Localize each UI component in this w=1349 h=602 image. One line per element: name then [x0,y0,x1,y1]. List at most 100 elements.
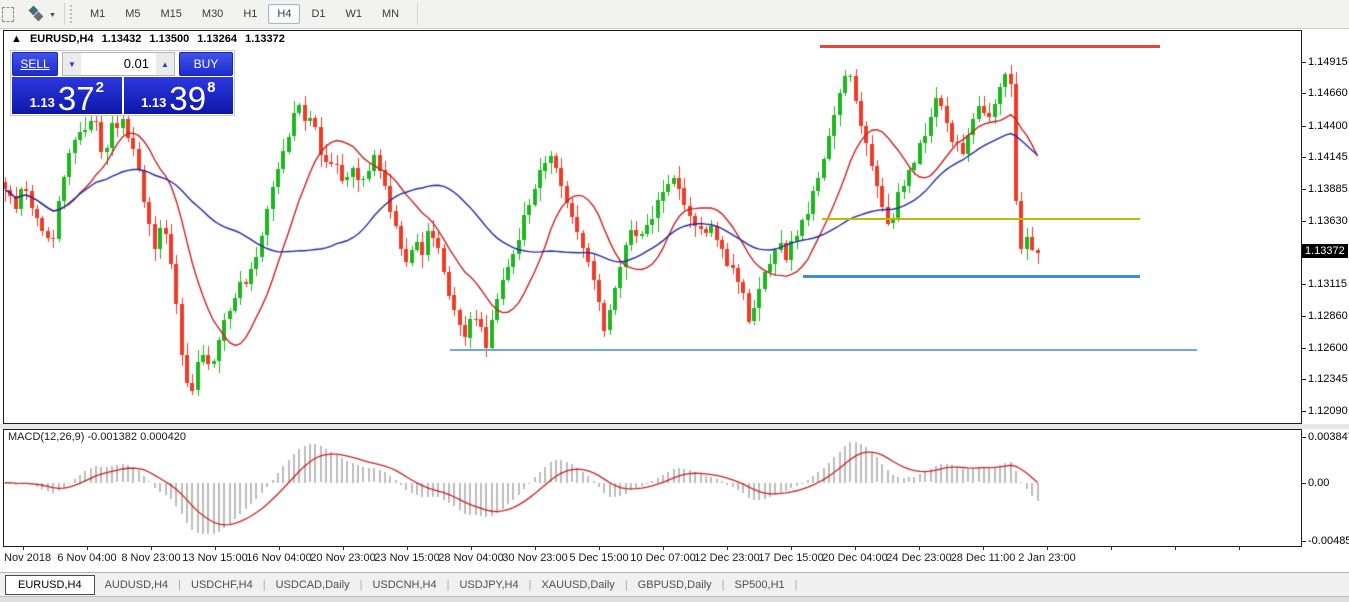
sell-button[interactable]: SELL [12,52,58,76]
time-axis-tick [407,546,408,550]
time-axis-tick [535,546,536,550]
buy-button[interactable]: BUY [179,52,233,76]
timeframe-button-m1[interactable]: M1 [81,4,114,24]
sell-button-label: SELL [20,57,49,71]
arrange-windows-icon[interactable] [28,6,46,22]
toolbar-separator [417,3,418,25]
time-axis-tick [215,546,216,550]
chart-tab-xauusd[interactable]: XAUUSD,Daily [531,576,624,594]
time-axis-label: 16 Nov 04:00 [246,552,311,564]
time-axis-label: 30 Nov 23:00 [502,552,567,564]
resistance-line[interactable] [820,45,1160,48]
time-axis-tick [471,546,472,550]
time-axis-tick [599,546,600,550]
price-axis-tick [1302,62,1306,63]
timeframe-button-m30[interactable]: M30 [193,4,232,24]
chart-tab-gbpusd[interactable]: GBPUSD,Daily [628,576,722,594]
time-axis-label: 2 Jan 23:00 [1018,552,1076,564]
macd-pane[interactable]: MACD(12,26,9) -0.001382 0.000420 [3,429,1302,547]
timeframe-button-m15[interactable]: M15 [152,4,191,24]
time-axis-tick [663,546,664,550]
time-axis-label: 24 Dec 23:00 [886,552,951,564]
bar-low-value: 1.13264 [197,33,237,45]
time-axis-label: 23 Nov 15:00 [374,552,439,564]
sell-price-prefix: 1.13 [30,96,55,112]
time-axis-label: 13 Nov 15:00 [182,552,247,564]
dropdown-caret-icon[interactable]: ▼ [49,12,56,19]
buy-button-label: BUY [194,57,219,71]
trading-platform-window: ▼ M1M5M15M30H1H4D1W1MN ▲ EURUSD,H4 1.134… [0,0,1349,602]
time-axis[interactable]: 1 Nov 2018 6 Nov 04:00 8 Nov 23:0013 Nov 1… [3,546,1302,572]
collapse-arrow-icon[interactable]: ▲ [11,33,22,45]
time-axis-label: 1 Nov 2018 [3,552,51,564]
chart-tab-sp500[interactable]: SP500,H1 [725,576,795,594]
time-axis-label: 8 Nov 23:00 [121,552,180,564]
time-axis-tick [151,546,152,550]
price-axis-label: 1.14915 [1308,56,1348,68]
macd-axis-tick [1302,437,1306,438]
time-axis-label: 5 Dec 15:00 [569,552,628,564]
macd-indicator-label: MACD(12,26,9) -0.001382 0.000420 [8,431,186,443]
support-line[interactable] [803,275,1140,278]
time-axis-tick [279,546,280,550]
bar-open-value: 1.13432 [102,33,142,45]
volume-increase-button[interactable]: ▲ [156,53,174,75]
price-axis-label: 1.14400 [1308,120,1348,132]
time-axis-tick [1111,546,1112,550]
price-axis-tick [1302,411,1306,412]
price-axis-tick [1302,379,1306,380]
price-axis[interactable]: 1.149151.146601.144001.141451.138851.136… [1302,0,1349,602]
volume-decrease-button[interactable]: ▼ [63,53,81,75]
tab-separator: | [795,579,798,591]
chart-tab-usdcad[interactable]: USDCAD,Daily [266,576,360,594]
time-axis-tick [919,546,920,550]
price-axis-label: 1.12860 [1308,310,1348,322]
price-axis-label: 1.14660 [1308,87,1348,99]
time-axis-tick [791,546,792,550]
timeframe-button-h4[interactable]: H4 [268,4,300,24]
status-bar [0,596,1349,602]
toolbar: ▼ M1M5M15M30H1H4D1W1MN [0,0,1349,29]
timeframe-button-h1[interactable]: H1 [234,4,266,24]
toolbar-grip[interactable] [70,5,74,23]
chart-tab-usdcnh[interactable]: USDCNH,H4 [362,576,446,594]
price-axis-tick [1302,284,1306,285]
timeframe-button-mn[interactable]: MN [373,4,408,24]
macd-axis-tick [1302,541,1306,542]
time-axis-tick [1239,546,1240,550]
selection-icon[interactable] [2,7,14,22]
macd-axis-label: 0.003847 [1308,431,1349,443]
time-axis-tick [87,546,88,550]
one-click-trading-panel: SELL ▼ 0.01 ▲ BUY 1.13 37 2 [10,50,235,116]
sell-price-sup: 2 [96,77,104,95]
chart-tab-audusd[interactable]: AUDUSD,H4 [95,576,179,594]
time-axis-label: 28 Nov 04:00 [438,552,503,564]
chart-tab-eurusd[interactable]: EURUSD,H4 [5,575,95,595]
sell-price-quote[interactable]: 1.13 37 2 [12,77,122,114]
bar-high-value: 1.13500 [149,33,189,45]
buy-price-big: 39 [169,85,206,112]
mid-resistance-line[interactable] [822,218,1140,220]
timeframe-button-m5[interactable]: M5 [116,4,149,24]
buy-price-quote[interactable]: 1.13 39 8 [124,77,234,114]
time-axis-label: 12 Dec 23:00 [694,552,759,564]
arrange-windows-icon-part [34,12,44,22]
volume-input[interactable]: 0.01 [81,53,156,75]
time-axis-tick [1047,546,1048,550]
symbol-header: ▲ EURUSD,H4 1.13432 1.13500 1.13264 1.13… [11,33,290,45]
price-axis-label: 1.13630 [1308,215,1348,227]
volume-stepper: ▼ 0.01 ▲ [62,52,175,76]
chart-tab-usdjpy[interactable]: USDJPY,H4 [449,576,528,594]
timeframe-button-d1[interactable]: D1 [302,4,334,24]
time-axis-label: 6 Nov 04:00 [57,552,116,564]
toolbar-separator [64,3,65,25]
macd-canvas [4,430,1301,546]
macd-axis-label: 0.00 [1308,477,1329,489]
time-axis-label: 20 Dec 04:00 [822,552,887,564]
timeframe-button-w1[interactable]: W1 [337,4,372,24]
time-axis-label: 28 Dec 11:00 [951,552,1016,564]
price-axis-label: 1.13115 [1308,278,1347,290]
lower-support-line[interactable] [450,349,1197,351]
price-chart-pane[interactable]: ▲ EURUSD,H4 1.13432 1.13500 1.13264 1.13… [3,30,1302,424]
chart-tab-usdchf[interactable]: USDCHF,H4 [181,576,263,594]
